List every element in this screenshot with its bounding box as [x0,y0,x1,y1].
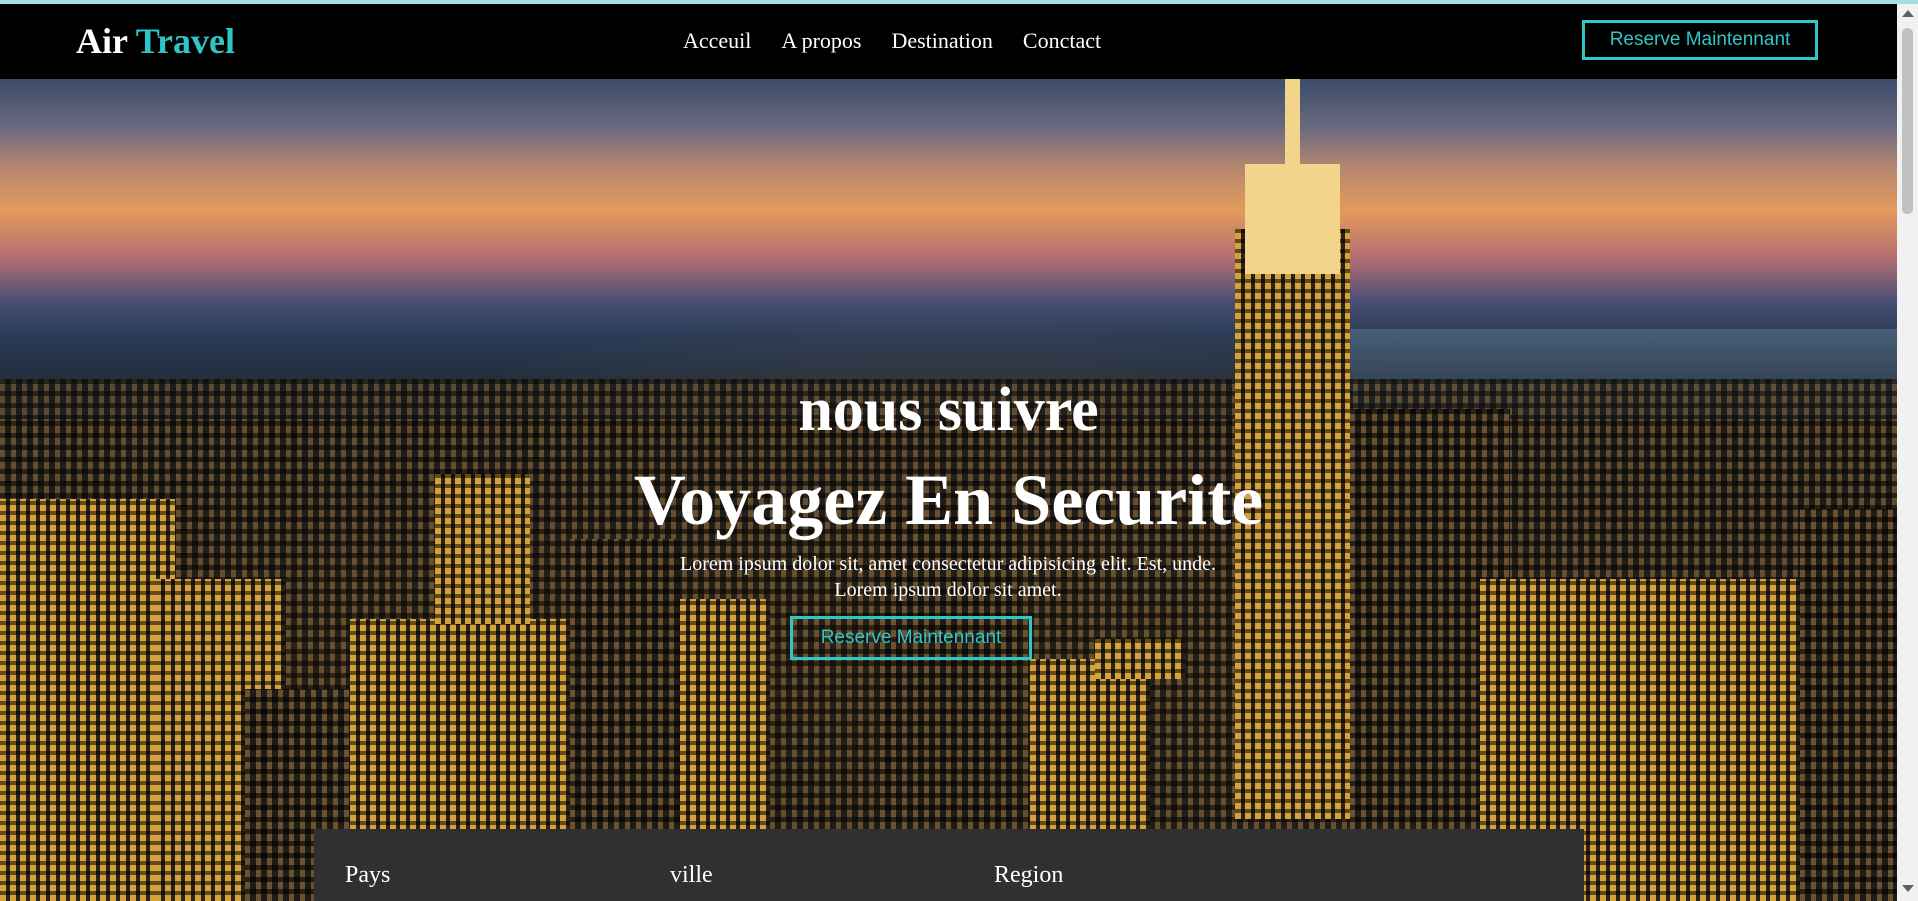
search-panel: Pays ville Region [314,829,1584,901]
site-logo[interactable]: Air Travel [76,23,235,59]
hero-title: Voyagez En Securite [633,460,1264,540]
hero-section: nous suivre Voyagez En Securite Lorem ip… [0,79,1897,901]
search-label-ville: ville [670,862,713,888]
reserve-button-hero[interactable]: Reserve Maintennant [790,616,1032,660]
nav-link-a-propos[interactable]: A propos [781,30,861,52]
nav-link-acceuil[interactable]: Acceuil [683,30,751,52]
search-label-region: Region [994,862,1064,888]
scroll-up-arrow-icon[interactable] [1902,10,1914,17]
nav-links: Acceuil A propos Destination Conctact [683,30,1131,52]
hero-description: Lorem ipsum dolor sit, amet consectetur … [598,551,1298,603]
nav-link-destination[interactable]: Destination [891,30,992,52]
nav-link-contact[interactable]: Conctact [1023,30,1101,52]
hero-subtitle: nous suivre [798,376,1099,444]
scroll-thumb[interactable] [1902,28,1913,214]
navbar: Air Travel Acceuil A propos Destination … [0,4,1897,79]
hero-description-line1: Lorem ipsum dolor sit, amet consectetur … [680,553,1216,575]
logo-accent-text: Travel [135,21,235,61]
vertical-scrollbar[interactable] [1897,4,1918,901]
search-label-pays: Pays [345,862,391,888]
scroll-down-arrow-icon[interactable] [1902,885,1914,892]
hero-description-line2: Lorem ipsum dolor sit amet. [834,579,1062,601]
logo-main-text: Air [76,21,128,61]
reserve-button-header[interactable]: Reserve Maintennant [1582,20,1818,60]
